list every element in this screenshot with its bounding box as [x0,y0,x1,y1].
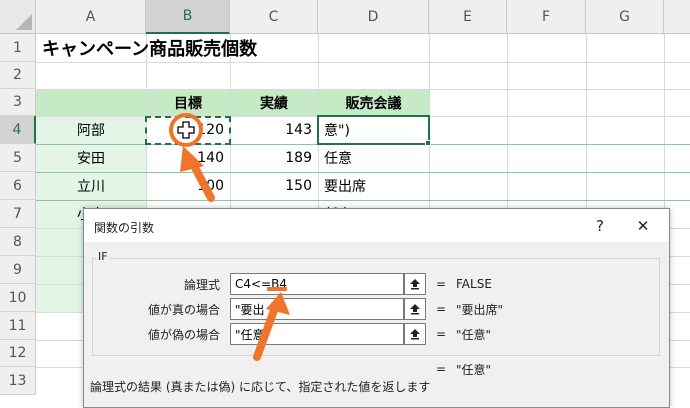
cell-meeting[interactable]: 任意 [318,144,429,172]
column-header-g[interactable]: G [586,0,664,34]
row-header-3[interactable]: 3 [0,89,36,116]
close-button[interactable]: ✕ [628,213,658,239]
sheet-title[interactable]: キャンペーン商品販売個数 [36,34,263,62]
row-header-9[interactable]: 9 [0,256,36,284]
column-header-h-partial[interactable] [664,0,690,34]
cell-cursor-icon [177,121,195,139]
eq-sign: = [436,327,447,341]
function-description: 論理式の結果 (真または偽) に応じて、指定された値を返します [90,379,431,394]
arg-label-value-if-false: 値が偽の場合 [147,327,220,342]
column-header-c[interactable]: C [230,0,318,34]
cell-target[interactable]: 140 [146,144,230,172]
header-sales-meeting[interactable]: 販売会議 [318,89,429,116]
eq-sign: = [436,362,447,376]
row-header-10[interactable]: 10 [0,284,36,312]
row-header-2[interactable]: 2 [0,62,36,89]
select-all-triangle-icon [16,14,32,30]
dialog-titlebar[interactable] [84,209,669,242]
cell-target[interactable]: 100 [146,172,230,200]
row-header-6[interactable]: 6 [0,172,36,200]
header-actual[interactable]: 実績 [230,89,318,116]
header-target[interactable]: 目標 [146,89,230,116]
collapse-dialog-icon[interactable] [404,323,426,345]
arg-result-logical-test: FALSE [456,277,492,291]
eq-sign: = [436,302,447,316]
row-header-8[interactable]: 8 [0,228,36,256]
function-arguments-dialog: 関数の引数 ? ✕ IF 論理式 C4<=B4 = FALSE 値が真の場合 "… [83,208,670,408]
row-header-4[interactable]: 4 [0,116,36,144]
help-button[interactable]: ? [586,213,614,239]
column-header-f[interactable]: F [507,0,586,34]
cell-actual[interactable]: 189 [230,144,318,172]
arg-label-value-if-true: 値が真の場合 [147,302,220,317]
column-header-a[interactable]: A [36,0,146,34]
column-header-e[interactable]: E [429,0,507,34]
cell-name[interactable]: 阿部 [36,116,146,144]
arg-label-logical-test: 論理式 [183,277,220,292]
gridline-h [36,62,690,63]
arg-input-value-if-true[interactable]: "要出 [230,298,404,320]
function-name: IF [96,250,110,263]
fill-handle[interactable] [425,140,431,146]
dialog-title: 関数の引数 [94,221,155,235]
row-header-13[interactable]: 13 [0,367,36,395]
row-header-12[interactable]: 12 [0,340,36,367]
cell-actual[interactable]: 150 [230,172,318,200]
cell-name[interactable]: 立川 [36,172,146,200]
formula-result: "任意" [456,362,492,377]
row-header-5[interactable]: 5 [0,144,36,172]
arg-result-value-if-true: "要出席" [456,302,504,317]
collapse-dialog-icon[interactable] [404,298,426,320]
arg-input-logical-test[interactable]: C4<=B4 [230,273,404,295]
row-header-7[interactable]: 7 [0,200,36,228]
cell-name[interactable]: 安田 [36,144,146,172]
row-header-1[interactable]: 1 [0,34,36,62]
active-cell-d4[interactable] [317,115,430,145]
arg-result-value-if-false: "任意" [456,327,492,342]
arg-input-value-if-false[interactable]: "任意 [230,323,404,345]
column-header-d[interactable]: D [318,0,429,34]
eq-sign: = [436,277,447,291]
cell-actual[interactable]: 143 [230,116,318,144]
column-header-b[interactable]: B [146,0,230,34]
row-header-11[interactable]: 11 [0,312,36,340]
cell-meeting[interactable]: 要出席 [318,172,429,200]
collapse-dialog-icon[interactable] [404,273,426,295]
